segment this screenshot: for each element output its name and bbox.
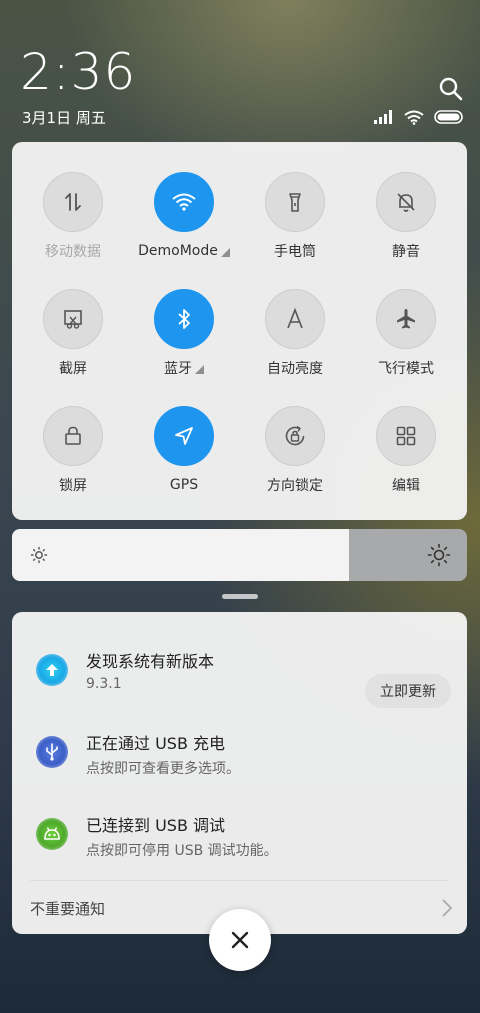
- clock: 2:36: [20, 43, 137, 101]
- tile-label: 编辑: [392, 478, 420, 494]
- drag-handle[interactable]: [222, 594, 258, 599]
- brightness-fill: [12, 529, 349, 581]
- tile-screenshot[interactable]: 截屏: [18, 289, 128, 377]
- wifi-icon: [154, 172, 214, 232]
- edit-grid-icon: [376, 406, 436, 466]
- brightness-slider[interactable]: [12, 529, 467, 581]
- update-now-button[interactable]: 立即更新: [365, 674, 451, 708]
- tile-label: 截屏: [59, 361, 87, 377]
- clear-all-button[interactable]: [209, 909, 271, 971]
- notification-item-update[interactable]: 发现系统有新版本 9.3.1 立即更新: [12, 638, 467, 708]
- tile-label: DemoMode: [138, 243, 218, 259]
- divider: [30, 880, 449, 881]
- chevron-right-icon[interactable]: [441, 898, 453, 918]
- notification-subtitle: 9.3.1: [86, 676, 122, 692]
- notification-title: 发现系统有新版本: [86, 652, 215, 671]
- tile-label: 手电筒: [274, 244, 316, 260]
- flashlight-icon: [265, 172, 325, 232]
- tile-edit[interactable]: 编辑: [351, 406, 461, 494]
- android-debug-icon: [36, 818, 68, 850]
- close-icon: [231, 931, 249, 949]
- quick-settings-panel: 移动数据 DemoMode 手电筒 静音 截屏 蓝牙 自动亮度 飞行模式 锁屏 …: [12, 142, 467, 520]
- mute-bell-icon: [376, 172, 436, 232]
- wifi-status-icon: [404, 110, 424, 125]
- tile-airplane[interactable]: 飞行模式: [351, 289, 461, 377]
- tile-label: 静音: [392, 244, 420, 260]
- notification-item-usb-debug[interactable]: 已连接到 USB 调试 点按即可停用 USB 调试功能。: [12, 802, 467, 872]
- notification-subtitle: 点按即可停用 USB 调试功能。: [86, 843, 278, 859]
- tile-lock-screen[interactable]: 锁屏: [18, 406, 128, 494]
- airplane-icon: [376, 289, 436, 349]
- notification-title: 已连接到 USB 调试: [86, 816, 226, 835]
- bluetooth-icon: [154, 289, 214, 349]
- mobile-data-icon: [43, 172, 103, 232]
- tile-label: GPS: [169, 477, 199, 493]
- notification-panel: 发现系统有新版本 9.3.1 立即更新 正在通过 USB 充电 点按即可查看更多…: [12, 612, 467, 934]
- notification-title: 正在通过 USB 充电: [86, 734, 226, 753]
- tile-mobile-data[interactable]: 移动数据: [18, 172, 128, 260]
- tile-auto-brightness[interactable]: 自动亮度: [240, 289, 350, 377]
- search-icon[interactable]: [438, 76, 464, 102]
- brightness-low-icon: [30, 546, 48, 564]
- lock-icon: [43, 406, 103, 466]
- tile-mute[interactable]: 静音: [351, 172, 461, 260]
- date: 3月1日 周五: [22, 109, 106, 127]
- tile-gps[interactable]: GPS: [129, 406, 239, 494]
- tile-flashlight[interactable]: 手电筒: [240, 172, 350, 260]
- tile-label: 方向锁定: [267, 478, 323, 494]
- tile-wifi[interactable]: DemoMode: [129, 172, 239, 260]
- tile-label: 锁屏: [59, 478, 87, 494]
- brightness-high-icon: [427, 543, 451, 567]
- expand-triangle-icon[interactable]: [195, 365, 204, 374]
- signal-icon: [374, 110, 392, 124]
- auto-brightness-icon: [265, 289, 325, 349]
- tile-bluetooth[interactable]: 蓝牙: [129, 289, 239, 377]
- usb-icon: [36, 736, 68, 768]
- tile-rotation-lock[interactable]: 方向锁定: [240, 406, 350, 494]
- unimportant-notifications-link[interactable]: 不重要通知: [30, 898, 105, 919]
- notification-subtitle: 点按即可查看更多选项。: [86, 761, 240, 777]
- expand-triangle-icon[interactable]: [220, 248, 230, 257]
- gps-icon: [154, 406, 214, 466]
- battery-icon: [434, 110, 463, 124]
- screenshot-icon: [43, 289, 103, 349]
- rotation-lock-icon: [265, 406, 325, 466]
- tile-label: 自动亮度: [267, 361, 323, 377]
- tile-label: 蓝牙: [164, 361, 192, 377]
- tile-label: 移动数据: [45, 244, 101, 260]
- tile-label: 飞行模式: [378, 361, 434, 377]
- update-arrow-icon: [36, 654, 68, 686]
- notification-item-usb-charging[interactable]: 正在通过 USB 充电 点按即可查看更多选项。: [12, 720, 467, 790]
- status-icons: [374, 108, 464, 126]
